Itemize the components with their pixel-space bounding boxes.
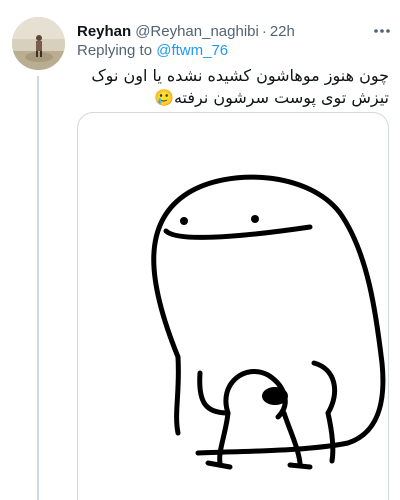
tweet[interactable]: Reyhan @Reyhan_naghibi · 22h Replying to… [0, 0, 400, 500]
author-handle[interactable]: @Reyhan_naghibi [135, 23, 259, 40]
tofu-glyph: 🥲 [154, 88, 174, 107]
separator-dot: · [261, 22, 267, 40]
timestamp[interactable]: 22h [270, 23, 295, 40]
more-horizontal-icon[interactable] [372, 22, 392, 40]
tweet-text-content: چون هنوز موهاشون کشیده نشده یا اون نوک ت… [91, 66, 389, 107]
meme-drawing [151, 174, 386, 470]
replying-to: Replying to @ftwm_76 [77, 42, 228, 64]
replying-to-label: Replying to [77, 42, 153, 59]
author-name[interactable]: Reyhan [77, 23, 131, 40]
tweet-media[interactable] [77, 112, 389, 500]
tweet-header: Reyhan @Reyhan_naghibi · 22h [77, 20, 377, 42]
avatar[interactable] [12, 17, 65, 70]
replying-to-handle-link[interactable]: @ftwm_76 [156, 42, 228, 59]
thread-line [37, 76, 39, 500]
avatar-photo [12, 17, 65, 70]
tweet-text: چون هنوز موهاشون کشیده نشده یا اون نوک ت… [77, 65, 389, 109]
